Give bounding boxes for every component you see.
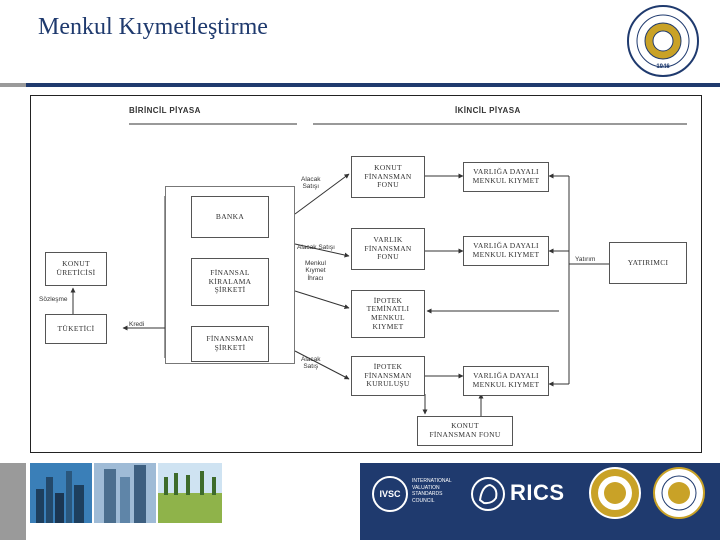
sozlesme-label: Sözleşme (39, 296, 68, 303)
header-rule (0, 83, 720, 87)
vdmk-node-3: VARLIĞA DAYALI MENKUL KIYMET (463, 366, 549, 396)
konut-uretici-node: KONUT ÜRETİCİSİ (45, 252, 107, 286)
header-rule-accent (0, 83, 26, 87)
logo-year: 1946 (656, 64, 670, 70)
vdmk-node-2: VARLIĞA DAYALI MENKUL KIYMET (463, 236, 549, 266)
rics-logo-text: RICS (510, 480, 565, 505)
banka-node: BANKA (191, 196, 269, 238)
yatirimci-node: YATIRIMCI (609, 242, 687, 284)
finansman-sirketi-node: FİNANSMAN ŞİRKETİ (191, 326, 269, 362)
varlik-finansman-fonu-node: VARLIK FİNANSMAN FONU (351, 228, 425, 270)
university-seal-gold (589, 467, 641, 519)
alacak-satisi-mid-label: Alacak Satışı (297, 244, 335, 251)
ipotek-teminatli-node: İPOTEK TEMİNATLI MENKUL KIYMET (351, 290, 425, 338)
menkul-kiymet-ihraci-label: Menkul Kıymet İhracı (305, 260, 326, 282)
city-skyline-photo (30, 463, 92, 523)
ivsc-name: INTERNATIONAL VALUATION STANDARDS COUNCI… (412, 478, 452, 504)
alacak-satisi-top-label: Alacak Satışı (301, 176, 321, 191)
tuketici-node: TÜKETİCİ (45, 314, 107, 344)
rics-lion-icon (471, 477, 505, 511)
footer-accent-bar (0, 463, 26, 540)
university-logo: 1946 (627, 5, 699, 77)
towers-photo (94, 463, 156, 523)
countryside-photo (158, 463, 222, 523)
securitization-diagram: BİRİNCİL PİYASA İKİNCİL PİYASA KONUT ÜRE… (30, 95, 702, 453)
finansal-kiralama-node: FİNANSAL KİRALAMA ŞİRKETİ (191, 258, 269, 306)
alacak-satis-bottom-label: Alacak Satış (301, 356, 321, 371)
page-title: Menkul Kıymetleştirme (38, 14, 268, 40)
primary-market-heading: BİRİNCİL PİYASA (129, 106, 201, 115)
ipotek-finansman-kurulusu-node: İPOTEK FİNANSMAN KURULUŞU (351, 356, 425, 396)
kredi-label: Kredi (129, 321, 145, 328)
vdmk-node-1: VARLIĞA DAYALI MENKUL KIYMET (463, 162, 549, 192)
konut-finansman-fonu-node: KONUT FİNANSMAN FONU (351, 156, 425, 198)
ivsc-logo: IVSC (372, 476, 408, 512)
university-seal-white (653, 467, 705, 519)
diagram-connectors (70, 123, 687, 416)
konut-finansman-fonu-bottom-node: KONUT FİNANSMAN FONU (417, 416, 513, 446)
yatirim-label: Yatırım (575, 256, 596, 263)
secondary-market-heading: İKİNCİL PİYASA (455, 106, 521, 115)
